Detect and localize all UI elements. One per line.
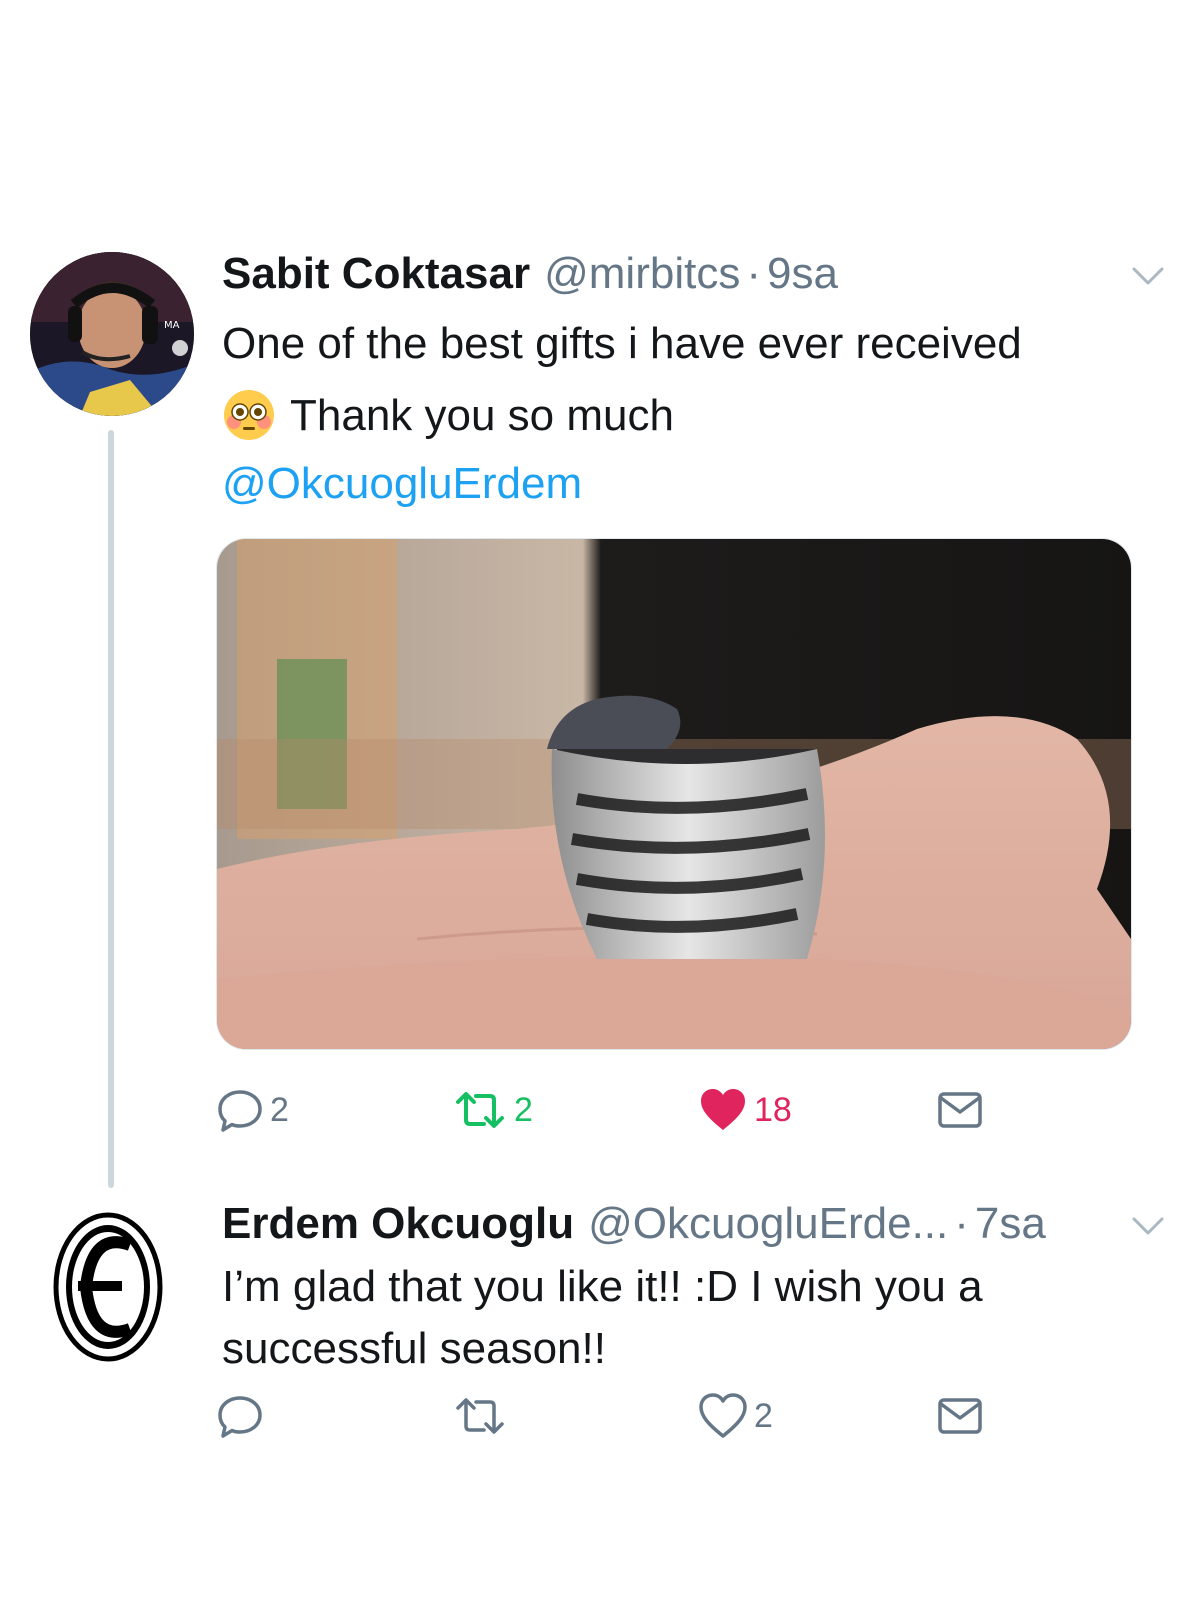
thread-connector-line: [108, 430, 114, 1188]
like-button[interactable]: 2: [698, 1386, 773, 1446]
reply-bubble-icon: [218, 1396, 262, 1438]
separator-dot: ·: [954, 1199, 969, 1248]
tweet-original[interactable]: Sabit Coktasar @mirbitcs · 9sa One of th…: [222, 246, 1170, 516]
reply-button[interactable]: [216, 1386, 270, 1446]
heart-icon: [701, 1089, 745, 1130]
retweet-icon: [456, 1092, 504, 1128]
mention-link[interactable]: @OkcuogluErdem: [222, 452, 1170, 516]
chevron-down-icon[interactable]: [1130, 264, 1166, 288]
tweet-action-bar: 2: [216, 1386, 1016, 1446]
direct-message-button[interactable]: [936, 1080, 984, 1140]
like-count: 18: [754, 1091, 792, 1129]
envelope-icon: [938, 1092, 982, 1128]
timestamp[interactable]: 9sa: [767, 246, 838, 302]
retweet-icon: [456, 1398, 504, 1434]
tweet-text: One of the best gifts i have ever receiv…: [222, 308, 1170, 516]
display-name[interactable]: Erdem Okcuoglu: [222, 1196, 574, 1252]
reply-button[interactable]: 2: [216, 1080, 289, 1140]
timestamp[interactable]: 7sa: [975, 1196, 1046, 1252]
retweet-count: 2: [514, 1091, 533, 1129]
flushed-face-emoji: [222, 388, 276, 442]
envelope-icon: [938, 1398, 982, 1434]
avatar-photo: MA: [30, 252, 194, 416]
user-handle[interactable]: @OkcuogluErde...: [588, 1196, 948, 1252]
tweet-reply[interactable]: Erdem Okcuoglu @OkcuogluErde... · 7sa I’…: [222, 1196, 1170, 1380]
svg-text:MA: MA: [164, 320, 180, 331]
euro-logo-avatar: [53, 1212, 163, 1362]
tweet-text-segment: Thank you so much: [290, 391, 674, 440]
direct-message-button[interactable]: [936, 1386, 984, 1446]
tweet-action-bar: 2 2 18: [216, 1080, 1016, 1140]
separator-dot: ·: [746, 249, 761, 298]
tweet-text-line: Thank you so much: [222, 380, 1170, 452]
user-handle[interactable]: @mirbitcs: [544, 246, 740, 302]
ring-photo: [217, 539, 1131, 1049]
reply-count: 2: [270, 1091, 289, 1129]
avatar[interactable]: [52, 1211, 164, 1363]
like-count: 2: [754, 1397, 773, 1435]
retweet-button[interactable]: [452, 1386, 514, 1446]
tweet-text-line: One of the best gifts i have ever receiv…: [222, 319, 1022, 368]
like-button[interactable]: 18: [698, 1080, 792, 1140]
tweet-header: Erdem Okcuoglu @OkcuogluErde... · 7sa: [222, 1196, 1170, 1252]
tweet-media-image[interactable]: [216, 538, 1132, 1050]
reply-bubble-icon: [218, 1090, 262, 1132]
chevron-down-icon[interactable]: [1130, 1214, 1166, 1238]
display-name[interactable]: Sabit Coktasar: [222, 246, 530, 302]
tweet-thread-screen: MA Sabit Coktasar @mirbitcs · 9sa One of…: [0, 0, 1200, 1600]
heart-icon: [699, 1393, 747, 1438]
retweet-button[interactable]: 2: [452, 1080, 533, 1140]
avatar[interactable]: MA: [30, 252, 194, 416]
tweet-header: Sabit Coktasar @mirbitcs · 9sa: [222, 246, 1170, 302]
tweet-text: I’m glad that you like it!! :D I wish yo…: [222, 1262, 983, 1373]
